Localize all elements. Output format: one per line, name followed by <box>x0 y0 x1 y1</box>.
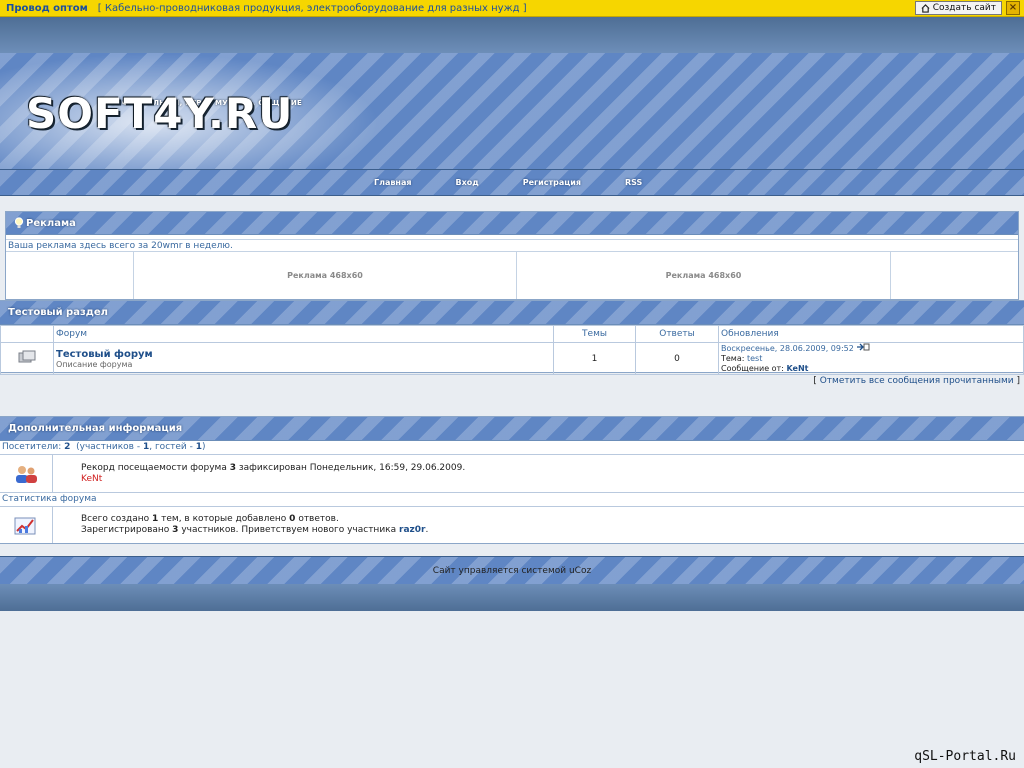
info-header: Дополнительная информация <box>0 417 1024 441</box>
create-site-button[interactable]: Создать сайт <box>914 1 1002 15</box>
ad-banner-slot[interactable]: Реклама 468x60 <box>517 252 891 299</box>
footer-band <box>0 584 1024 611</box>
ad-description-link[interactable]: [ Кабельно-проводниковая продукция, элек… <box>98 3 527 14</box>
ad-banner-slot[interactable]: Реклама 468x60 <box>134 252 517 299</box>
info-title: Дополнительная информация <box>8 423 183 434</box>
ads-note-link[interactable]: Ваша реклама здесь всего за 20wmr в неде… <box>6 239 1018 252</box>
online-user-link[interactable]: KeNt <box>81 474 465 485</box>
forum-topics-count: 1 <box>553 342 636 375</box>
ads-title: Реклама <box>26 217 76 229</box>
nav-home-link[interactable]: Главная <box>374 178 411 187</box>
site-footer: Сайт управляется системой uCoz <box>0 556 1024 584</box>
column-header-updates: Обновления <box>718 325 1024 343</box>
site-logo[interactable]: SOFT4Y.RU <box>26 89 293 138</box>
forum-replies-count: 0 <box>635 342 719 375</box>
stats-chart-icon <box>14 517 36 535</box>
stats-row: Всего создано 1 тем, в которые добавлено… <box>0 507 1024 543</box>
forum-table: Форум Темы Ответы Обновления Тестовый фо… <box>0 325 1024 375</box>
last-post-date: Воскресенье, 28.06.2009, 09:52 <box>721 344 854 353</box>
go-to-post-icon[interactable] <box>856 343 870 351</box>
stats-members: 3 <box>172 525 179 535</box>
nav-login-link[interactable]: Вход <box>455 178 478 187</box>
ads-panel: Реклама Ваша реклама здесь всего за 20wm… <box>5 211 1019 300</box>
topic-label: Тема: <box>721 354 745 363</box>
forum-folder-icon <box>18 350 36 363</box>
lightbulb-icon <box>14 217 24 228</box>
record-row: Рекорд посещаемости форума 3 зафиксирова… <box>0 455 1024 493</box>
stats-topics: 1 <box>152 514 159 524</box>
forum-description: Описание форума <box>56 359 133 369</box>
users-icon <box>16 465 37 483</box>
site-header: СОФТ, ФИЛЬМЫ, ИГРЫ, МУЗЫКА, ОБЩЕНИЕ SOFT… <box>0 17 1024 169</box>
ad-title-link[interactable]: Провод оптом <box>6 3 88 14</box>
footer-text: Сайт управляется системой uCoz <box>432 565 592 576</box>
watermark: qSL-Portal.Ru <box>914 749 1016 764</box>
visitors-line: Посетители: 2 (участников - 1, гостей - … <box>0 441 1024 455</box>
newest-member-link[interactable]: raz0r <box>399 525 425 535</box>
mark-all-read-link[interactable]: Отметить все сообщения прочитанными <box>820 376 1014 386</box>
nav-register-link[interactable]: Регистрация <box>523 178 581 187</box>
create-site-label: Создать сайт <box>932 3 996 13</box>
ads-header: Реклама <box>6 212 1018 235</box>
record-count: 3 <box>229 462 236 473</box>
forum-stats-label: Статистика форума <box>0 493 1024 507</box>
main-nav: Главная Вход Регистрация RSS <box>0 169 1024 196</box>
ad-bar: Провод оптом [ Кабельно-проводниковая пр… <box>0 0 1024 17</box>
forum-section: Тестовый раздел Форум Темы Ответы Обновл… <box>0 300 1024 375</box>
section-header: Тестовый раздел <box>0 301 1024 325</box>
stats-replies: 0 <box>289 514 296 524</box>
section-title[interactable]: Тестовый раздел <box>8 307 108 318</box>
home-icon <box>921 3 930 13</box>
column-header-forum: Форум <box>53 325 554 343</box>
message-by-label: Сообщение от: <box>721 364 784 373</box>
table-header-row: Форум Темы Ответы Обновления <box>0 325 1024 343</box>
visitors-total: 2 <box>64 442 71 452</box>
last-author-link[interactable]: KeNt <box>786 364 808 373</box>
additional-info-section: Дополнительная информация Посетители: 2 … <box>0 416 1024 544</box>
nav-rss-link[interactable]: RSS <box>625 178 642 187</box>
mark-read: [ Отметить все сообщения прочитанными ] <box>813 376 1020 386</box>
close-icon: × <box>1008 2 1018 13</box>
last-topic-link[interactable]: test <box>747 354 762 363</box>
forum-name-link[interactable]: Тестовый форум <box>56 349 553 360</box>
column-header-replies: Ответы <box>635 325 719 343</box>
ad-banners: Реклама 468x60 Реклама 468x60 <box>6 252 1018 299</box>
table-row: Тестовый форум Описание форума 1 0 Воскр… <box>0 342 1024 375</box>
close-ad-button[interactable]: × <box>1006 1 1020 15</box>
column-header-topics: Темы <box>553 325 636 343</box>
